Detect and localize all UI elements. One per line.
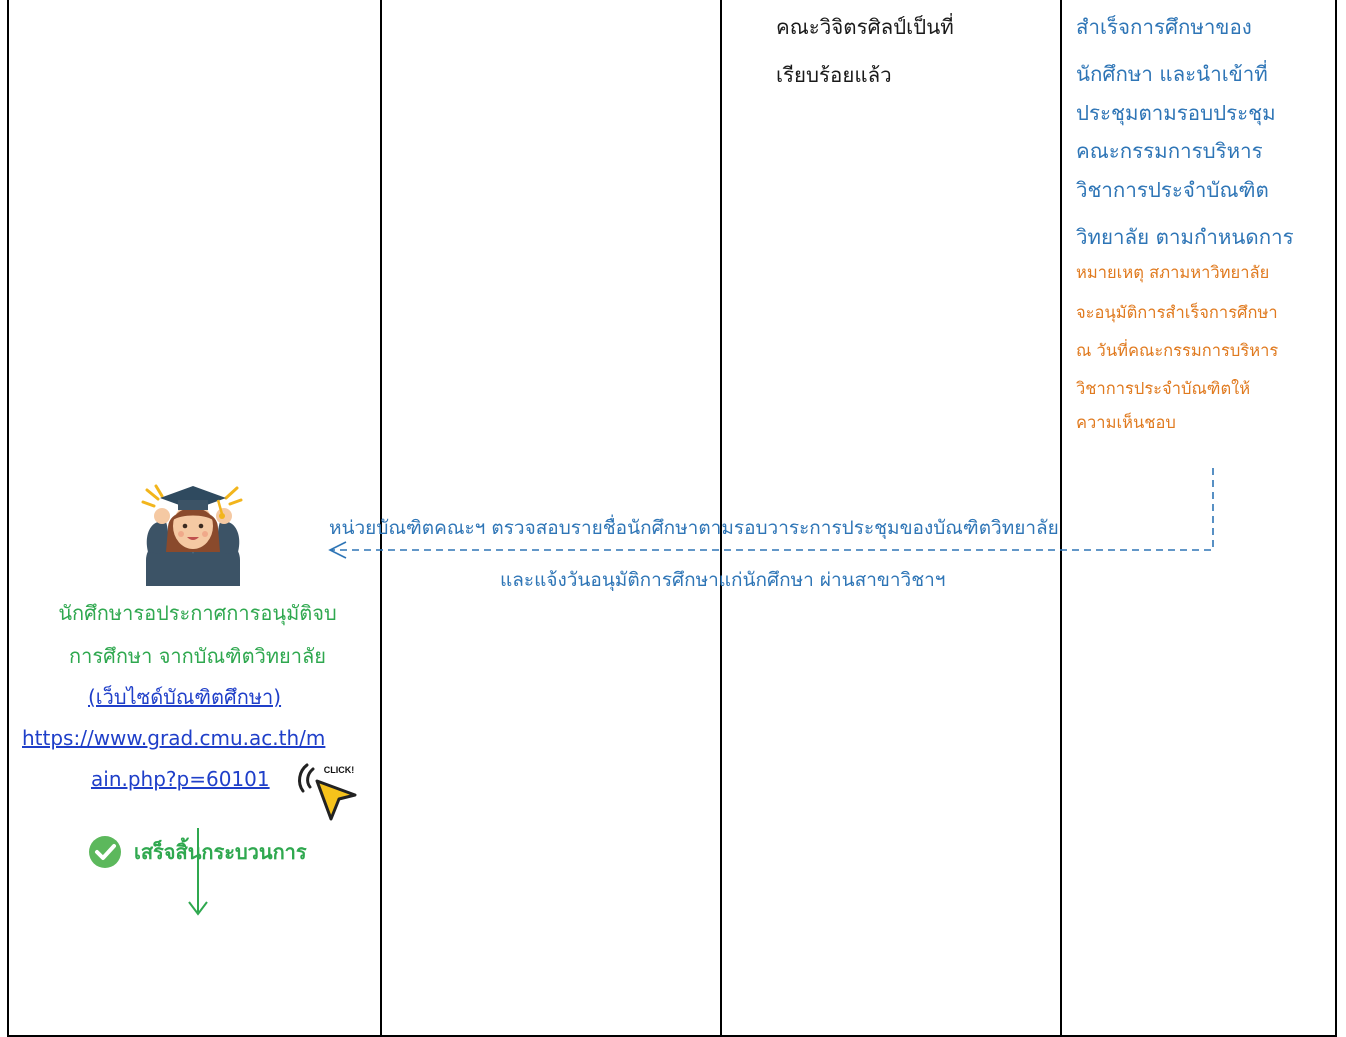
click-label: CLICK!: [324, 765, 355, 775]
graduate-icon: [141, 484, 243, 586]
waiting-text-line-1: นักศึกษารอประกาศการอนุมัติจบ: [58, 601, 337, 625]
check-circle-icon: [89, 836, 121, 868]
grad-url-link-line-1[interactable]: https://www.grad.cmu.ac.th/m: [22, 723, 325, 754]
click-cursor-icon[interactable]: CLICK!: [295, 757, 365, 823]
waiting-text-line-2: การศึกษา จากบัณฑิตวิทยาลัย: [69, 644, 326, 668]
flow-text-line-1: หน่วยบัณฑิตคณะฯ ตรวจสอบรายชื่อนักศึกษาตา…: [329, 517, 1059, 539]
flow-text-line-2: และแจ้งวันอนุมัติการศึกษาแก่นักศึกษา ผ่า…: [500, 569, 946, 591]
complete-label: เสร็จสิ้นกระบวนการ: [134, 840, 307, 864]
grad-url-link-line-2[interactable]: ain.php?p=60101: [91, 764, 270, 795]
process-complete: เสร็จสิ้นกระบวนการ: [88, 835, 307, 869]
grad-website-link[interactable]: (เว็บไซด์บัณฑิตศึกษา): [88, 682, 281, 713]
